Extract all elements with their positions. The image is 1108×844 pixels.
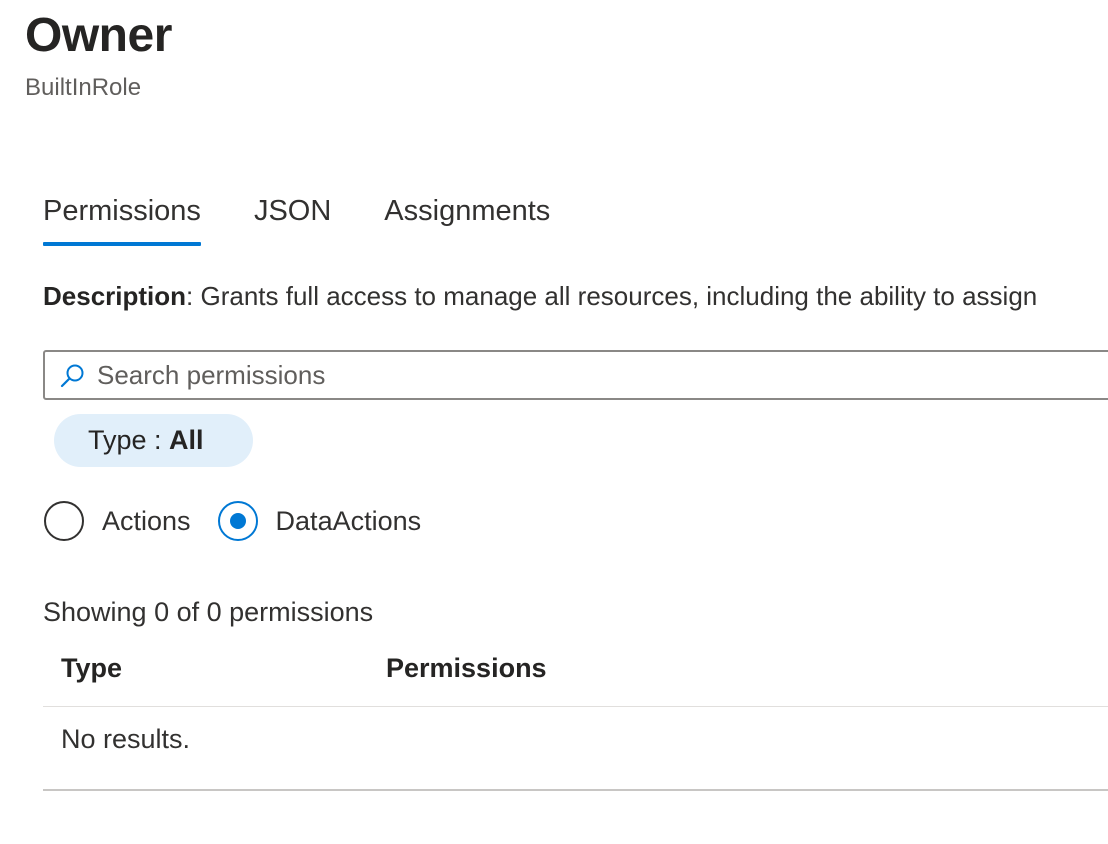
type-filter-value: All <box>169 425 204 455</box>
empty-state-text: No results. <box>61 724 191 754</box>
column-header-type[interactable]: Type <box>61 650 122 686</box>
results-summary: Showing 0 of 0 permissions <box>43 597 374 627</box>
permission-kind-radio-group: Actions DataActions <box>44 500 448 542</box>
search-box[interactable] <box>43 350 1108 400</box>
description-label: Description <box>43 281 187 311</box>
description-text: : Grants full access to manage all resou… <box>186 281 1038 311</box>
radio-dataactions-label: DataActions <box>275 506 422 536</box>
tab-assignments[interactable]: Assignments <box>384 190 550 248</box>
tab-permissions[interactable]: Permissions <box>43 190 201 248</box>
table-header-row: Type Permissions <box>43 640 1108 707</box>
table-body: No results. <box>43 707 1108 791</box>
search-input[interactable] <box>97 358 997 392</box>
type-filter-label: Type : <box>88 425 170 455</box>
page-title: Owner <box>25 9 172 62</box>
permissions-table: Type Permissions No results. <box>43 640 1108 791</box>
radio-actions-circle[interactable] <box>44 501 84 541</box>
role-details-page: Owner BuiltInRole Permissions JSON Assig… <box>0 0 1108 844</box>
search-icon <box>60 364 84 388</box>
page-subtitle: BuiltInRole <box>25 74 142 101</box>
radio-actions-label: Actions <box>102 506 191 536</box>
column-header-permissions[interactable]: Permissions <box>386 650 547 686</box>
role-description: Description: Grants full access to manag… <box>43 278 1037 314</box>
tab-json[interactable]: JSON <box>254 190 331 248</box>
radio-dataactions[interactable]: DataActions <box>217 501 422 541</box>
radio-dataactions-circle[interactable] <box>217 501 258 541</box>
radio-actions[interactable]: Actions <box>44 501 191 541</box>
type-filter-pill[interactable]: Type : All <box>54 414 253 467</box>
tab-bar: Permissions JSON Assignments <box>43 190 603 248</box>
